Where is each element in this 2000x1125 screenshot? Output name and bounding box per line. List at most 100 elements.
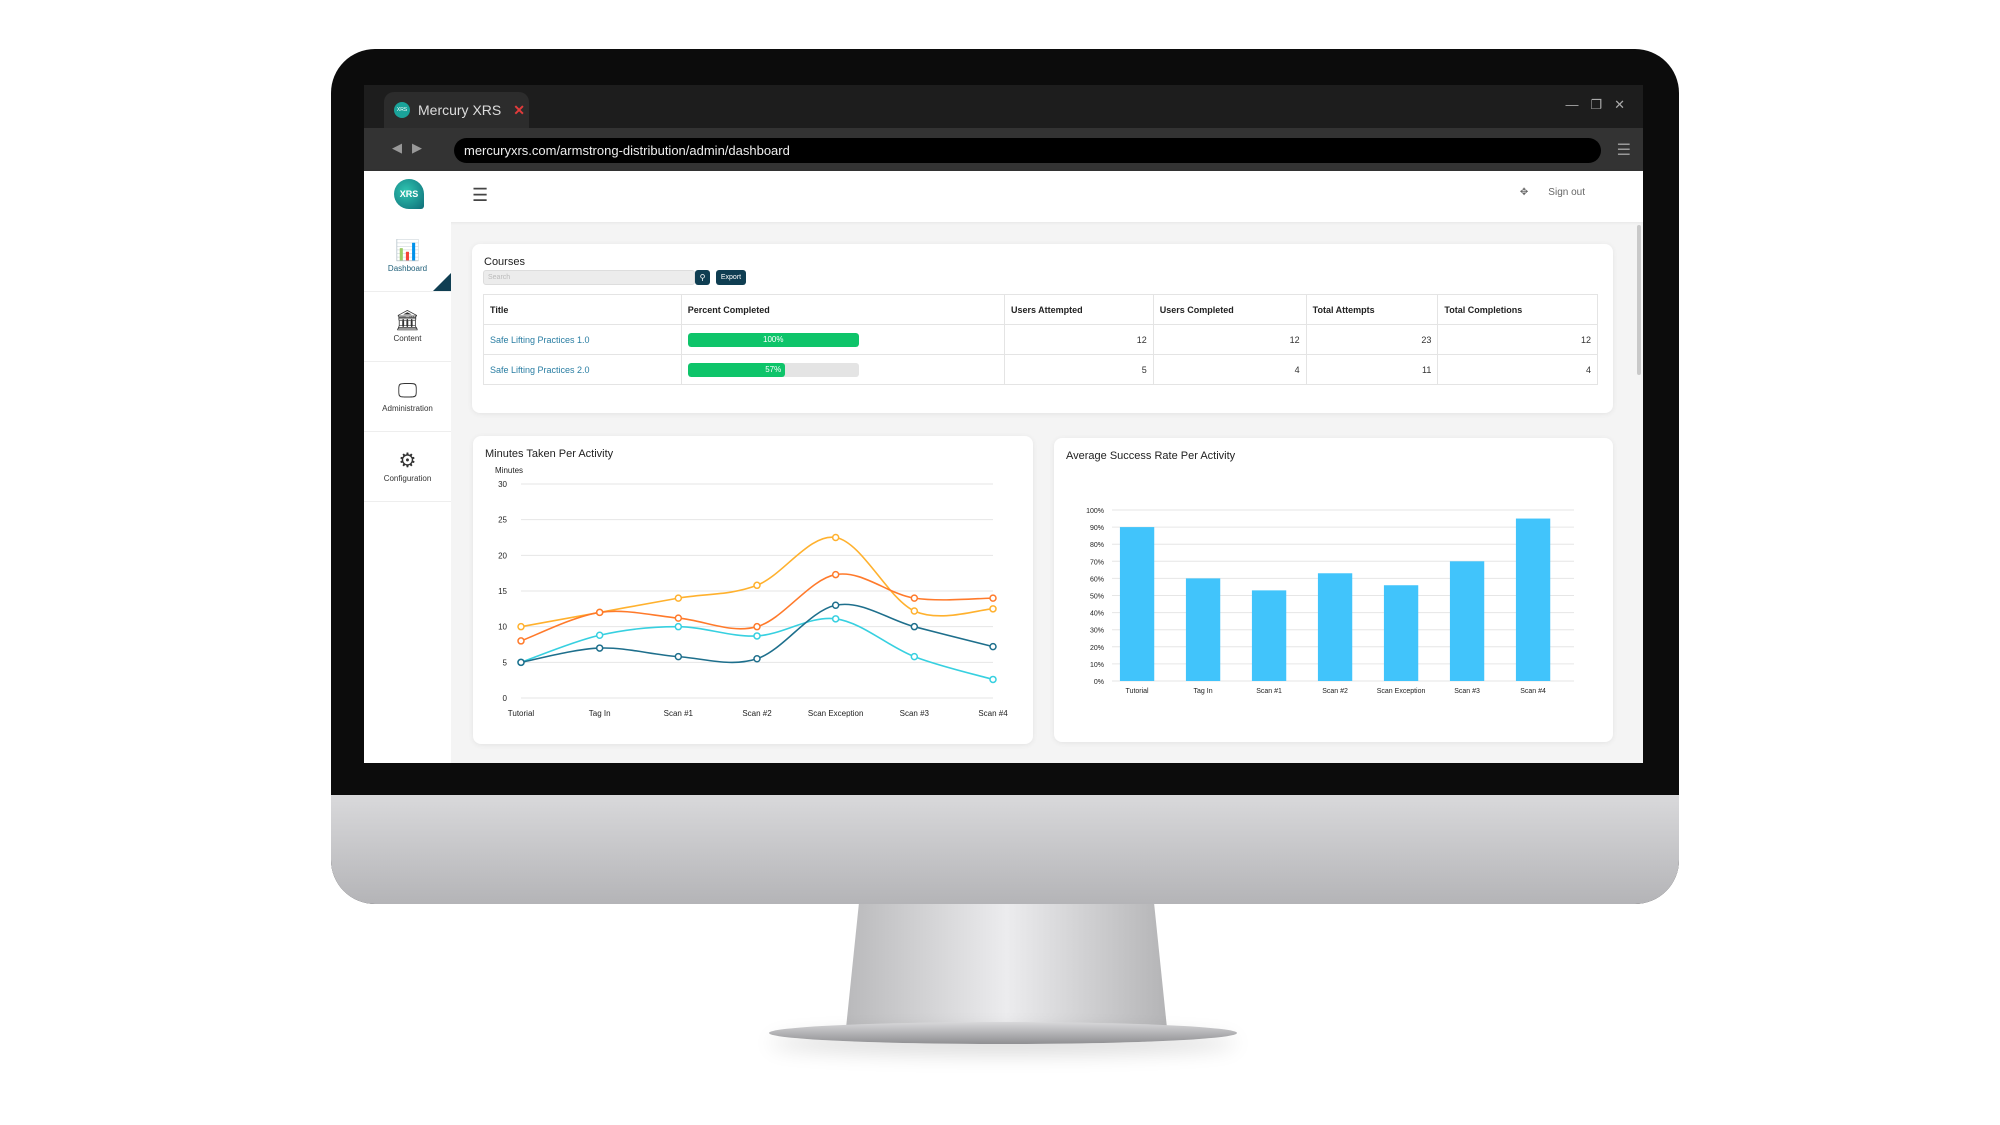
sidebar-item-content[interactable]: 🏛 Content	[364, 292, 451, 362]
y-tick-label: 15	[498, 587, 507, 596]
data-point	[910, 652, 919, 661]
course-link[interactable]: Safe Lifting Practices 1.0	[490, 335, 590, 345]
users-completed: 4	[1152, 354, 1307, 385]
hamburger-menu-icon[interactable]: ☰	[472, 185, 488, 206]
courses-table: Title Percent Completed Users Attempted …	[483, 294, 1598, 385]
x-tick-label: Scan #2	[1322, 688, 1348, 695]
data-point	[674, 622, 683, 631]
users-completed: 12	[1152, 324, 1307, 355]
data-point	[517, 622, 525, 631]
bar-chart: 0% 10% 20% 30% 40% 50% 60% 70% 80% 90% 100% Tutoria…	[1086, 508, 1574, 695]
scrollbar[interactable]	[1637, 225, 1641, 375]
x-tick-label: Scan #2	[742, 709, 772, 718]
x-tick-label: Tag In	[1194, 688, 1213, 695]
data-point	[595, 608, 604, 617]
bar	[1515, 518, 1551, 681]
data-point	[674, 594, 683, 602]
data-point	[989, 594, 997, 602]
col-title[interactable]: Title	[483, 294, 682, 325]
monitor-base	[769, 1022, 1237, 1044]
xrs-logo[interactable]: XRS	[394, 179, 424, 209]
data-point	[989, 675, 997, 684]
y-tick-label: 30%	[1090, 628, 1104, 635]
bar	[1317, 573, 1353, 681]
data-point	[989, 642, 997, 651]
y-tick-label: 5	[503, 658, 508, 667]
sidebar-item-administration[interactable]: 🖵 Administration	[364, 362, 451, 432]
y-tick-label: 10	[498, 623, 507, 632]
users-attempted: 12	[1003, 324, 1154, 355]
y-tick-label: 80%	[1090, 542, 1104, 549]
monitor-chin	[331, 795, 1679, 904]
data-point	[910, 607, 919, 615]
search-input[interactable]: Search	[483, 270, 695, 285]
data-point	[910, 594, 919, 602]
y-tick-label: 0	[503, 694, 508, 703]
table-row: Safe Lifting Practices 1.0 100% 12 12 23…	[483, 324, 1598, 355]
export-button[interactable]: Export	[716, 270, 746, 285]
table-row: Safe Lifting Practices 2.0 57% 5 4 11 4	[483, 354, 1598, 385]
browser-menu-icon[interactable]: ☰	[1617, 140, 1631, 160]
url-input[interactable]: mercuryxrs.com/armstrong-distribution/ad…	[454, 138, 1601, 163]
x-tick-label: Tutorial	[508, 709, 535, 718]
x-tick-label: Scan #3	[900, 709, 930, 718]
courses-card: Courses Search ⚲ Export Title Percent Co…	[472, 244, 1613, 413]
y-tick-label: 10%	[1090, 662, 1104, 669]
x-tick-label: Scan Exception	[1377, 688, 1426, 695]
data-point	[831, 601, 840, 610]
app-header: XRS ☰ ✥ Sign out	[364, 171, 1643, 222]
sign-out-link[interactable]: Sign out	[1548, 187, 1585, 198]
col-completed[interactable]: Users Completed	[1152, 294, 1307, 325]
y-tick-label: 100%	[1086, 508, 1104, 515]
back-icon[interactable]: ◀	[392, 140, 402, 156]
data-point	[753, 622, 761, 631]
data-point	[753, 655, 761, 663]
move-arrows-icon[interactable]: ✥	[1520, 187, 1528, 198]
course-link[interactable]: Safe Lifting Practices 2.0	[490, 365, 590, 375]
col-total-completions[interactable]: Total Completions	[1437, 294, 1598, 325]
browser-tab[interactable]: XRS Mercury XRS ✕	[384, 92, 529, 128]
y-tick-label: 40%	[1090, 611, 1104, 618]
bank-icon: 🏛	[394, 310, 421, 332]
bar	[1251, 590, 1287, 681]
col-attempted[interactable]: Users Attempted	[1003, 294, 1154, 325]
monitor-stand	[846, 904, 1167, 1028]
close-window-icon[interactable]: ✕	[1614, 97, 1625, 113]
sidebar-item-dashboard[interactable]: 📊 Dashboard	[364, 222, 451, 292]
data-point	[674, 652, 683, 661]
y-tick-label: 25	[498, 516, 507, 525]
col-total-attempts[interactable]: Total Attempts	[1305, 294, 1439, 325]
search-button[interactable]: ⚲	[695, 270, 710, 285]
x-tick-label: Scan #3	[1454, 688, 1480, 695]
data-point	[989, 605, 997, 613]
total-completions: 4	[1437, 354, 1598, 385]
progress-bar: 100%	[687, 332, 859, 347]
x-tick-label: Scan #1	[664, 709, 694, 718]
data-point	[910, 622, 919, 631]
search-icon: ⚲	[699, 273, 706, 282]
minimize-icon[interactable]: —	[1565, 97, 1578, 113]
data-point	[831, 533, 840, 542]
bar	[1383, 585, 1419, 681]
col-percent[interactable]: Percent Completed	[680, 294, 1005, 325]
favicon: XRS	[394, 102, 410, 118]
restore-icon[interactable]: ❐	[1590, 97, 1602, 113]
y-tick-label: 60%	[1090, 576, 1104, 583]
data-point	[517, 658, 525, 667]
monitor-user-icon: 🖵	[397, 380, 418, 402]
progress-bar: 57%	[687, 362, 859, 377]
data-point	[595, 631, 604, 639]
y-tick-label: 0%	[1094, 679, 1104, 686]
x-tick-label: Scan #1	[1256, 688, 1282, 695]
gears-icon: ⚙	[398, 450, 417, 472]
chart-icon: 📊	[395, 240, 420, 262]
table-header-row: Title Percent Completed Users Attempted …	[483, 294, 1598, 325]
forward-icon[interactable]: ▶	[412, 140, 422, 156]
total-attempts: 23	[1305, 324, 1439, 355]
total-attempts: 11	[1305, 354, 1439, 385]
x-tick-label: Scan Exception	[808, 709, 864, 718]
data-point	[674, 614, 683, 622]
address-bar-row: ◀ ▶ mercuryxrs.com/armstrong-distribution…	[364, 128, 1643, 171]
tab-close-icon[interactable]: ✕	[513, 102, 525, 119]
sidebar-item-configuration[interactable]: ⚙ Configuration	[364, 432, 451, 502]
